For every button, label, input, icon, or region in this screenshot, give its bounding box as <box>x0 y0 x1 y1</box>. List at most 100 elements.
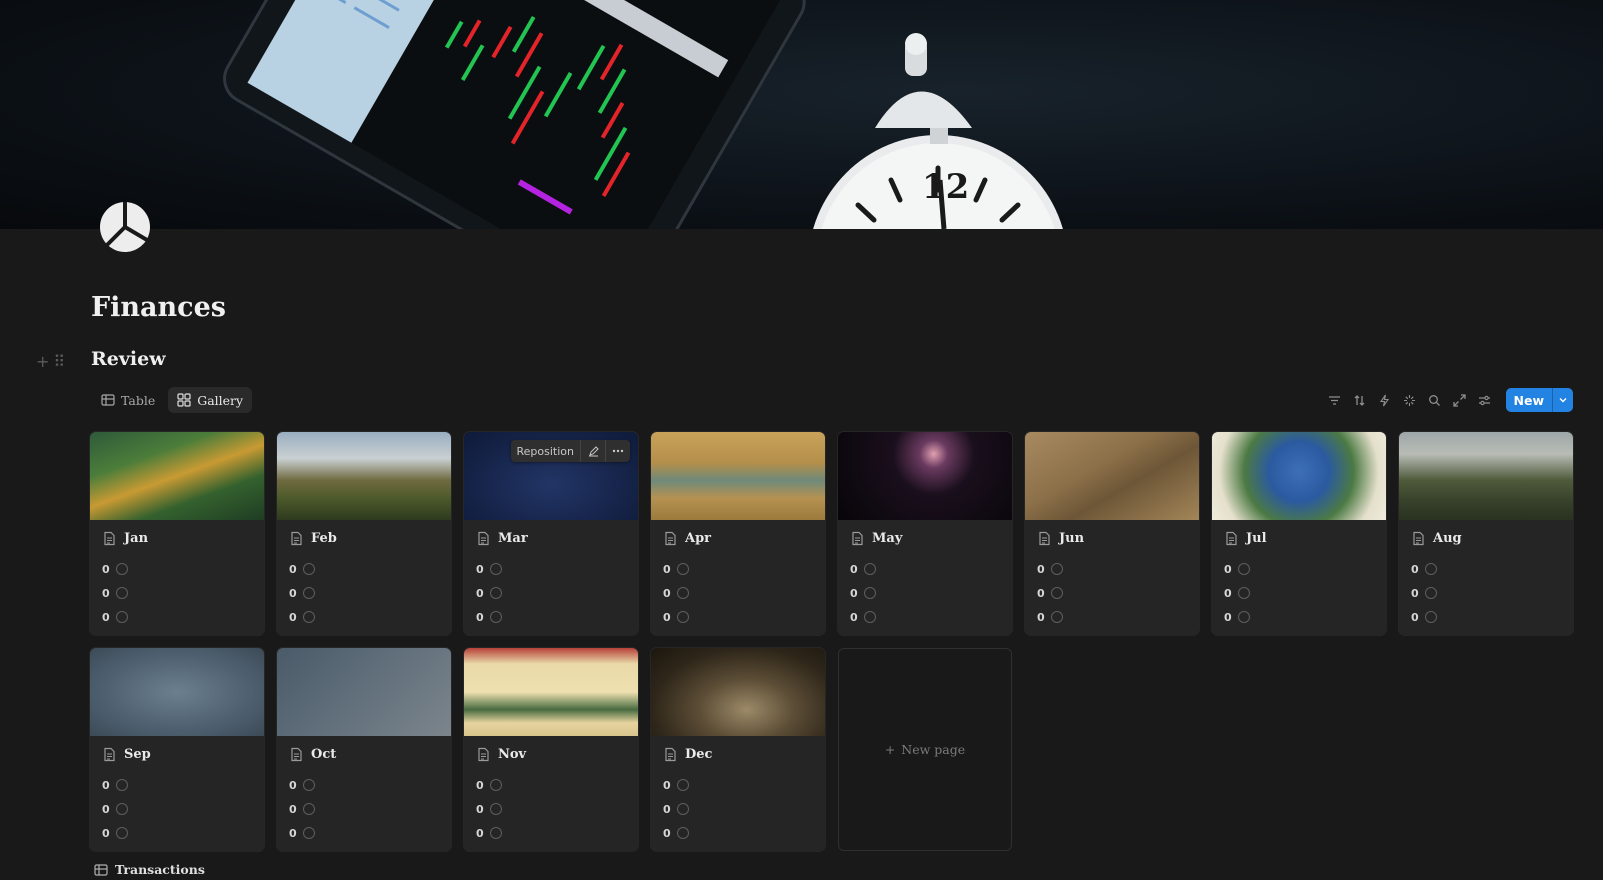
linked-database-transactions[interactable]: Transactions <box>94 862 205 877</box>
page-icon <box>478 747 489 762</box>
page-title: Finances <box>91 292 226 323</box>
table-icon <box>94 863 108 876</box>
chevron-down-icon[interactable] <box>1552 388 1573 412</box>
page-icon <box>478 531 489 546</box>
card-property: 0 <box>838 605 1012 629</box>
card-property: 0 <box>277 581 451 605</box>
gallery-card-oct[interactable]: Oct 0 0 0 <box>277 648 451 851</box>
property-value: 0 <box>476 802 484 816</box>
tab-table[interactable]: Table <box>92 387 164 413</box>
gallery-card-sep[interactable]: Sep 0 0 0 <box>90 648 264 851</box>
card-property: 0 <box>464 581 638 605</box>
gallery-card-apr[interactable]: Apr 0 0 0 <box>651 432 825 635</box>
block-handle[interactable]: +⠿ <box>36 352 69 371</box>
search-icon[interactable] <box>1425 389 1444 411</box>
new-button[interactable]: New <box>1505 388 1573 412</box>
card-property: 0 <box>90 557 264 581</box>
card-property: 0 <box>651 821 825 845</box>
property-value: 0 <box>102 610 110 624</box>
progress-ring-icon <box>302 563 315 575</box>
progress-ring-icon <box>676 803 689 815</box>
progress-ring-icon <box>489 587 502 599</box>
page-icon <box>852 531 863 546</box>
card-property: 0 <box>277 797 451 821</box>
card-property: 0 <box>277 605 451 629</box>
settings-icon[interactable] <box>1475 389 1494 411</box>
property-value: 0 <box>1411 610 1419 624</box>
card-title: Sep <box>90 736 264 773</box>
filter-icon[interactable] <box>1325 389 1344 411</box>
progress-ring-icon <box>676 587 689 599</box>
card-cover-image <box>90 432 264 520</box>
property-value: 0 <box>102 826 110 840</box>
property-value: 0 <box>663 826 671 840</box>
more-icon[interactable] <box>606 440 630 462</box>
card-title-text: Nov <box>498 747 527 762</box>
plus-icon: + <box>884 742 896 757</box>
property-value: 0 <box>476 586 484 600</box>
card-property: 0 <box>1399 557 1573 581</box>
new-page-button[interactable]: + New page <box>838 648 1012 851</box>
card-property: 0 <box>1025 557 1199 581</box>
card-title-text: Jan <box>124 531 149 546</box>
gallery-card-jul[interactable]: Jul 0 0 0 <box>1212 432 1386 635</box>
card-cover-image <box>1399 432 1573 520</box>
gallery-card-nov[interactable]: Nov 0 0 0 <box>464 648 638 851</box>
property-value: 0 <box>289 610 297 624</box>
property-value: 0 <box>476 778 484 792</box>
card-property: 0 <box>651 581 825 605</box>
card-property: 0 <box>651 557 825 581</box>
card-property: 0 <box>651 773 825 797</box>
progress-ring-icon <box>863 587 876 599</box>
progress-ring-icon <box>1050 587 1063 599</box>
card-property: 0 <box>838 581 1012 605</box>
property-value: 0 <box>476 562 484 576</box>
property-value: 0 <box>102 778 110 792</box>
sort-icon[interactable] <box>1350 389 1369 411</box>
gallery-card-jun[interactable]: Jun 0 0 0 <box>1025 432 1199 635</box>
gallery-card-jan[interactable]: Jan 0 0 0 <box>90 432 264 635</box>
card-title: Feb <box>277 520 451 557</box>
progress-ring-icon <box>676 827 689 839</box>
property-value: 0 <box>850 610 858 624</box>
card-cover-image <box>651 432 825 520</box>
progress-ring-icon <box>1237 563 1250 575</box>
expand-icon[interactable] <box>1450 389 1469 411</box>
progress-ring-icon <box>489 827 502 839</box>
edit-icon[interactable] <box>581 440 606 462</box>
ai-icon[interactable] <box>1400 389 1419 411</box>
card-property: 0 <box>1025 581 1199 605</box>
drag-handle-icon[interactable]: ⠿ <box>53 352 69 371</box>
new-page-label: New page <box>901 742 966 757</box>
progress-ring-icon <box>1237 611 1250 623</box>
gallery-card-may[interactable]: May 0 0 0 <box>838 432 1012 635</box>
linked-database-label: Transactions <box>115 862 205 877</box>
card-title-text: Mar <box>498 531 528 546</box>
gallery-card-feb[interactable]: Feb 0 0 0 <box>277 432 451 635</box>
card-property: 0 <box>1399 605 1573 629</box>
card-cover-image <box>651 648 825 736</box>
gallery-card-mar[interactable]: Reposition Mar 0 0 0 <box>464 432 638 635</box>
add-block-icon[interactable]: + <box>36 352 53 371</box>
progress-ring-icon <box>489 779 502 791</box>
progress-ring-icon <box>489 803 502 815</box>
card-title: Oct <box>277 736 451 773</box>
gallery-card-aug[interactable]: Aug 0 0 0 <box>1399 432 1573 635</box>
page-icon <box>1226 531 1237 546</box>
tab-gallery[interactable]: Gallery <box>168 387 253 413</box>
svg-text:12: 12 <box>922 167 969 207</box>
gallery-card-dec[interactable]: Dec 0 0 0 <box>651 648 825 851</box>
card-title-text: Jun <box>1059 531 1085 546</box>
automation-icon[interactable] <box>1375 389 1394 411</box>
property-value: 0 <box>476 610 484 624</box>
table-icon <box>101 394 115 406</box>
reposition-button[interactable]: Reposition <box>511 440 581 462</box>
new-button-label[interactable]: New <box>1506 388 1553 412</box>
pie-chart-icon[interactable] <box>98 200 152 254</box>
card-title: May <box>838 520 1012 557</box>
progress-ring-icon <box>489 611 502 623</box>
progress-ring-icon <box>115 587 128 599</box>
card-title-text: Apr <box>685 531 712 546</box>
card-cover-image <box>464 648 638 736</box>
page-cover[interactable]: 12 <box>0 0 1603 229</box>
